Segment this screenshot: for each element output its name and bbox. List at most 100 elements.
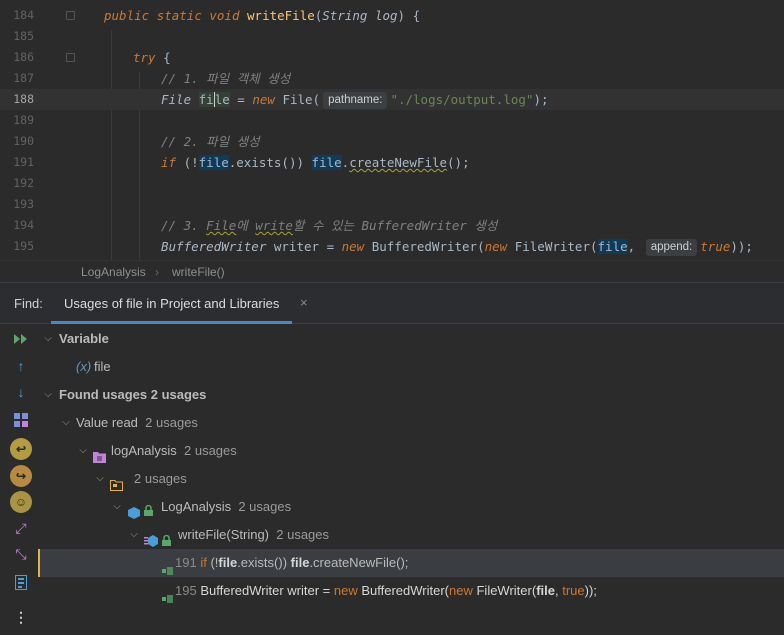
statement-end: (); [447, 155, 470, 170]
tree-node-variable-file[interactable]: (x) file [40, 353, 784, 381]
code-line[interactable]: 185 [0, 26, 784, 47]
comment: write [255, 218, 293, 233]
close-icon[interactable]: × [300, 295, 308, 310]
usage-match: file [218, 555, 238, 570]
type-name: BufferedWriter [161, 239, 267, 254]
usage-row[interactable]: 195 BufferedWriter writer = new Buffered… [40, 577, 784, 605]
statement-end: ); [533, 92, 549, 107]
usage-code: BufferedWriter writer = [200, 583, 334, 598]
chevron-down-icon[interactable]: ⌵ [42, 325, 54, 353]
code-line[interactable]: 195 BufferedWriter writer = new Buffered… [0, 236, 784, 257]
keyword: new [449, 583, 473, 598]
keyword: public [104, 8, 150, 23]
more-options-icon[interactable]: ⋮ [10, 606, 32, 628]
method-call: .exists()) [228, 155, 312, 170]
usage-row[interactable]: 191 if (!file.exists()) file.createNewFi… [38, 549, 784, 577]
collapse-all-icon[interactable]: ⤡ [10, 543, 32, 565]
var-part: fi [198, 92, 214, 107]
group-by-icon[interactable] [10, 411, 32, 433]
var-part: le [214, 92, 230, 107]
chevron-down-icon[interactable]: ⌵ [60, 409, 72, 437]
variable: writer [266, 239, 320, 254]
keyword: new [333, 583, 358, 598]
keyword: if [161, 155, 177, 170]
comment: // 3. [161, 218, 207, 233]
expand-all-icon[interactable]: ⤢ [10, 517, 32, 539]
selection-marker [38, 549, 40, 577]
tree-node-directory[interactable]: ⌵ 2 usages [40, 465, 784, 493]
operator: = [229, 92, 253, 107]
paren: (! [176, 155, 199, 170]
line-number: 186 [13, 50, 34, 64]
constructor: FileWriter( [507, 239, 598, 254]
line-number: 191 [13, 155, 34, 169]
usage-count: 2 usages [150, 387, 207, 402]
find-tab-bar: Find: Usages of file in Project and Libr… [0, 283, 784, 324]
variable-usage: file [311, 155, 342, 170]
comment: // 1. 파일 객체 생성 [161, 71, 291, 86]
line-number: 194 [13, 218, 34, 232]
tree-node-value-read[interactable]: ⌵ Value read 2 usages [40, 409, 784, 437]
keyword: new [341, 239, 365, 254]
breadcrumb-method[interactable]: writeFile() [172, 265, 225, 279]
code-line[interactable]: 191 if (!file.exists()) file.createNewFi… [0, 152, 784, 173]
chevron-down-icon[interactable]: ⌵ [111, 493, 123, 521]
chevron-down-icon[interactable]: ⌵ [42, 381, 54, 409]
chevron-down-icon[interactable]: ⌵ [128, 521, 140, 549]
tree-node-found-usages[interactable]: ⌵ Found usages 2 usages [40, 381, 784, 409]
keyword: try [133, 50, 156, 65]
code-line[interactable]: 194 // 3. File에 write할 수 있는 BufferedWrit… [0, 215, 784, 236]
code-line[interactable]: 193 [0, 194, 784, 215]
paren: ) { [397, 8, 421, 23]
lock-icon [162, 528, 174, 546]
chevron-down-icon[interactable]: ⌵ [94, 465, 106, 493]
fold-icon[interactable] [66, 53, 75, 62]
arrow-down-icon[interactable]: ↓ [10, 381, 32, 403]
variable-icon: (x) [76, 359, 92, 374]
param-name: log [374, 8, 398, 23]
code-line[interactable]: 192 [0, 173, 784, 194]
line-number: 193 [13, 197, 34, 211]
method-icon [144, 529, 158, 547]
chevron-down-icon[interactable]: ⌵ [77, 437, 89, 465]
tree-node-class[interactable]: ⌵ LogAnalysis 2 usages [40, 493, 784, 521]
code-line[interactable]: 184 public static void writeFile(String … [0, 5, 784, 26]
keyword: static [156, 8, 202, 23]
read-access-icon[interactable]: ↩ [10, 438, 32, 460]
tree-node-package[interactable]: ⌵ logAnalysis 2 usages [40, 437, 784, 465]
imports-icon[interactable]: ☺ [10, 491, 32, 513]
usage-count: 2 usages [276, 527, 330, 542]
arrow-up-icon[interactable]: ↑ [10, 355, 32, 377]
line-number: 185 [13, 29, 34, 43]
breadcrumb-class[interactable]: LogAnalysis [81, 265, 146, 279]
param-hint: append: [645, 239, 698, 256]
preview-icon[interactable] [10, 574, 32, 596]
code-line[interactable]: 189 [0, 110, 784, 131]
comment: 할 수 있는 BufferedWriter 생성 [292, 218, 498, 233]
code-line[interactable]: 190 // 2. 파일 생성 [0, 131, 784, 152]
code-editor[interactable]: 184 public static void writeFile(String … [0, 0, 784, 260]
tree-label: Found usages [59, 387, 148, 402]
tree-node-variable[interactable]: ⌵ Variable [40, 325, 784, 353]
usage-match: file [536, 583, 555, 598]
type-name: File [161, 92, 192, 107]
tab-usages[interactable]: Usages of file in Project and Libraries [51, 283, 293, 324]
rerun-icon[interactable] [10, 329, 32, 351]
code-line-current[interactable]: 188 File file = new File(pathname: "./log… [0, 89, 784, 110]
tree-node-method[interactable]: ⌵ writeFile(String) 2 usages [40, 521, 784, 549]
code-line[interactable]: 187 // 1. 파일 객체 생성 [0, 68, 784, 89]
line-number: 189 [13, 113, 34, 127]
usage-code: FileWriter( [472, 583, 537, 598]
usage-count: 2 usages [238, 499, 292, 514]
code-line[interactable]: 186 try { [0, 47, 784, 68]
tree-label: file [94, 359, 111, 374]
find-label: Find: [14, 296, 43, 311]
write-access-icon[interactable]: ↪ [10, 465, 32, 487]
comma: , [627, 239, 643, 254]
string-literal: "./logs/output.log" [390, 92, 534, 107]
usage-count: 2 usages [134, 471, 187, 486]
comment: 에 [236, 218, 256, 233]
tree-label: Value read [76, 415, 138, 430]
keyword: void [209, 8, 240, 23]
fold-icon[interactable] [66, 11, 75, 20]
